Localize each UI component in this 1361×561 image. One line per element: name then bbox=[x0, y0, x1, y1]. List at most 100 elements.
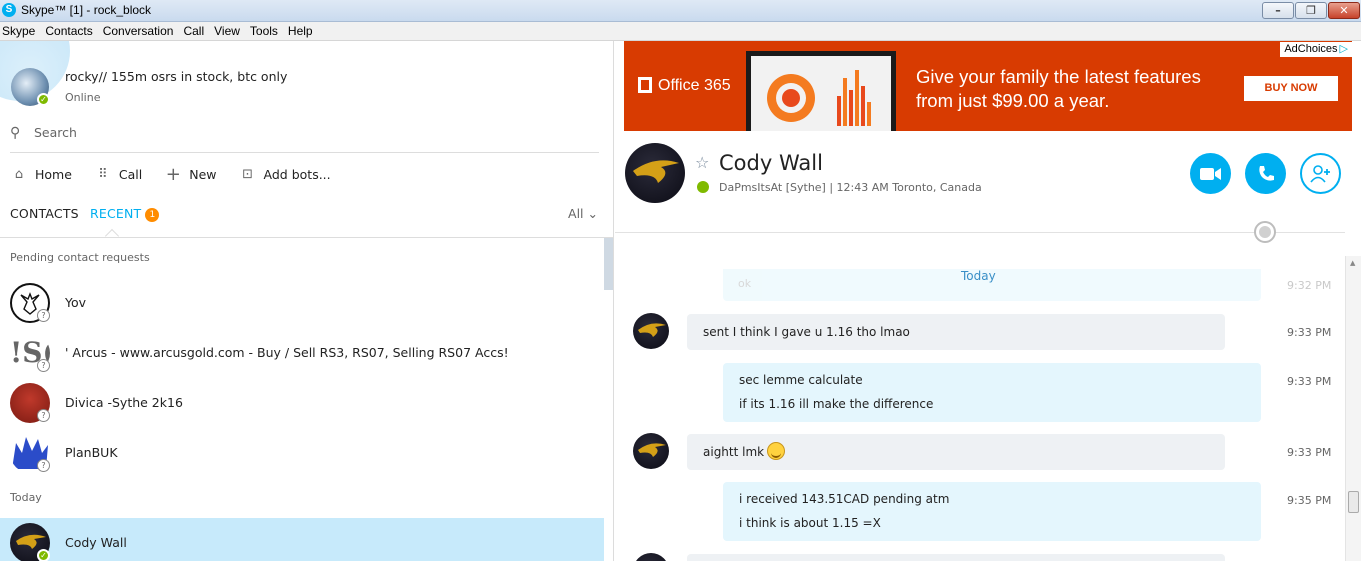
tab-contacts[interactable]: CONTACTS bbox=[10, 206, 79, 221]
maximize-button[interactable]: ❐ bbox=[1295, 2, 1327, 19]
message-bubble[interactable]: sec lemme calculate if its 1.16 ill make… bbox=[723, 363, 1261, 422]
adchoices-link[interactable]: AdChoices ▷ bbox=[1280, 42, 1352, 57]
unread-badge: 1 bbox=[145, 208, 160, 222]
message-time: 9:33 PM bbox=[1287, 375, 1332, 388]
header-divider bbox=[615, 232, 1345, 233]
video-call-button[interactable] bbox=[1190, 153, 1231, 194]
call-label: Call bbox=[118, 167, 143, 182]
filter-dropdown[interactable]: All ⌄ bbox=[568, 206, 598, 221]
message-avatar[interactable] bbox=[633, 553, 669, 561]
sidebar: ✓ rocky// 155m osrs in stock, btc only O… bbox=[0, 41, 614, 561]
message-bubble[interactable] bbox=[687, 554, 1225, 561]
menu-view[interactable]: View bbox=[211, 22, 247, 40]
skype-logo-icon: S bbox=[2, 3, 16, 17]
contact-name: ' Arcus - www.arcusgold.com - Buy / Sell… bbox=[65, 345, 509, 360]
message-bubble[interactable]: sent I think I gave u 1.16 tho lmao bbox=[687, 314, 1225, 350]
menu-call[interactable]: Call bbox=[180, 22, 211, 40]
list-item[interactable]: ✓ Cody Wall bbox=[0, 518, 604, 561]
pending-status-icon: ? bbox=[37, 409, 50, 422]
message-time: 9:33 PM bbox=[1287, 326, 1332, 339]
contact-name: Divica -Sythe 2k16 bbox=[65, 395, 183, 410]
pending-status-icon: ? bbox=[37, 309, 50, 322]
contact-name-header: Cody Wall bbox=[719, 151, 823, 175]
menu-conversation[interactable]: Conversation bbox=[100, 22, 181, 40]
phone-icon bbox=[1258, 165, 1274, 181]
conversation-scrollbar[interactable]: ▲ bbox=[1345, 256, 1361, 561]
contact-name: Yov bbox=[65, 295, 87, 310]
sidebar-scrollbar[interactable] bbox=[604, 238, 613, 290]
adchoices-label: AdChoices bbox=[1284, 43, 1338, 55]
message-avatar[interactable] bbox=[633, 313, 669, 349]
scroll-thumb[interactable] bbox=[1348, 491, 1359, 513]
message-text: ok bbox=[738, 277, 752, 290]
sidebar-nav: ⌂ Home ⠿ Call + New ⊡ Add bots... bbox=[10, 164, 353, 185]
window-titlebar: S Skype™ [1] - rock_block – ❐ ✕ bbox=[0, 0, 1361, 22]
add-bots-button[interactable]: ⊡ Add bots... bbox=[239, 164, 331, 185]
message-text: aightt lmk bbox=[703, 445, 765, 459]
ad-headline: Give your family the latest features fro… bbox=[916, 66, 1201, 111]
message-bubble[interactable]: aightt lmk bbox=[687, 434, 1225, 470]
buy-now-button[interactable]: BUY NOW bbox=[1244, 76, 1338, 101]
menu-contacts[interactable]: Contacts bbox=[42, 22, 99, 40]
list-item[interactable]: ? PlanBUK bbox=[0, 428, 604, 478]
menu-skype[interactable]: Skype bbox=[0, 22, 42, 40]
close-button[interactable]: ✕ bbox=[1328, 2, 1360, 19]
video-camera-icon bbox=[1199, 167, 1221, 180]
pending-status-icon: ? bbox=[37, 459, 50, 472]
home-icon: ⌂ bbox=[14, 167, 24, 182]
search-box[interactable]: ⚲ bbox=[10, 125, 599, 153]
dialpad-icon: ⠿ bbox=[98, 167, 108, 182]
ad-brand: Office 365 bbox=[658, 77, 731, 94]
menu-help[interactable]: Help bbox=[285, 22, 320, 40]
home-button[interactable]: ⌂ Home bbox=[10, 164, 72, 185]
add-bots-label: Add bots... bbox=[263, 167, 331, 182]
message-bubble[interactable]: i received 143.51CAD pending atm i think… bbox=[723, 482, 1261, 541]
office-icon bbox=[638, 77, 652, 93]
ad-banner[interactable]: AdChoices ▷ Office 365 Give your family t… bbox=[624, 41, 1352, 131]
favorite-star-icon[interactable]: ☆ bbox=[695, 153, 709, 172]
add-participant-button[interactable] bbox=[1300, 153, 1341, 194]
contact-tabs: CONTACTS RECENT 1 All ⌄ bbox=[10, 206, 604, 244]
search-input[interactable] bbox=[34, 125, 554, 140]
message-time: 9:32 PM bbox=[1287, 279, 1332, 292]
message-text: sent I think I gave u 1.16 tho lmao bbox=[703, 325, 910, 339]
minimize-icon: – bbox=[1275, 4, 1281, 17]
new-button[interactable]: + New bbox=[164, 164, 217, 185]
adchoices-icon: ▷ bbox=[1339, 43, 1348, 55]
message-time: 9:35 PM bbox=[1287, 494, 1332, 507]
message-text: i think is about 1.15 =X bbox=[739, 516, 881, 530]
search-icon: ⚲ bbox=[10, 125, 21, 141]
menu-tools[interactable]: Tools bbox=[247, 22, 285, 40]
call-button[interactable]: ⠿ Call bbox=[94, 164, 142, 185]
contact-name: PlanBUK bbox=[65, 445, 118, 460]
day-separator: Today bbox=[961, 269, 996, 283]
tab-recent-label: RECENT bbox=[90, 206, 142, 221]
message-text: i received 143.51CAD pending atm bbox=[739, 492, 950, 506]
my-status[interactable]: Online bbox=[65, 91, 100, 104]
window-title: Skype™ [1] - rock_block bbox=[21, 3, 152, 17]
contact-avatar[interactable] bbox=[625, 143, 685, 203]
add-person-icon bbox=[1309, 164, 1330, 183]
contact-list: Pending contact requests ? Yov !S( ? ' A… bbox=[0, 238, 604, 561]
office365-logo: Office 365 bbox=[638, 77, 731, 95]
message-avatar[interactable] bbox=[633, 433, 669, 469]
audio-call-button[interactable] bbox=[1245, 153, 1286, 194]
scroll-up-icon[interactable]: ▲ bbox=[1350, 259, 1355, 267]
list-item[interactable]: ? Yov bbox=[0, 278, 604, 328]
online-status-icon: ✓ bbox=[37, 549, 50, 561]
mood-message[interactable]: rocky// 155m osrs in stock, btc only bbox=[65, 69, 287, 84]
plus-icon: + bbox=[165, 164, 181, 185]
pending-status-icon: ? bbox=[37, 359, 50, 372]
menu-bar: Skype Contacts Conversation Call View To… bbox=[0, 22, 1361, 41]
globe-icon[interactable] bbox=[1254, 221, 1276, 243]
message-text: sec lemme calculate bbox=[739, 373, 863, 387]
message-text: if its 1.16 ill make the difference bbox=[739, 397, 934, 411]
list-item[interactable]: !S( ? ' Arcus - www.arcusgold.com - Buy … bbox=[0, 328, 604, 378]
minimize-button[interactable]: – bbox=[1262, 2, 1294, 19]
grin-emoji-icon bbox=[767, 442, 786, 460]
conversation-pane: AdChoices ▷ Office 365 Give your family t… bbox=[615, 41, 1361, 561]
bot-icon: ⊡ bbox=[242, 167, 253, 182]
list-item[interactable]: ? Divica -Sythe 2k16 bbox=[0, 378, 604, 428]
tab-recent[interactable]: RECENT 1 bbox=[90, 206, 160, 222]
message-time: 9:33 PM bbox=[1287, 446, 1332, 459]
